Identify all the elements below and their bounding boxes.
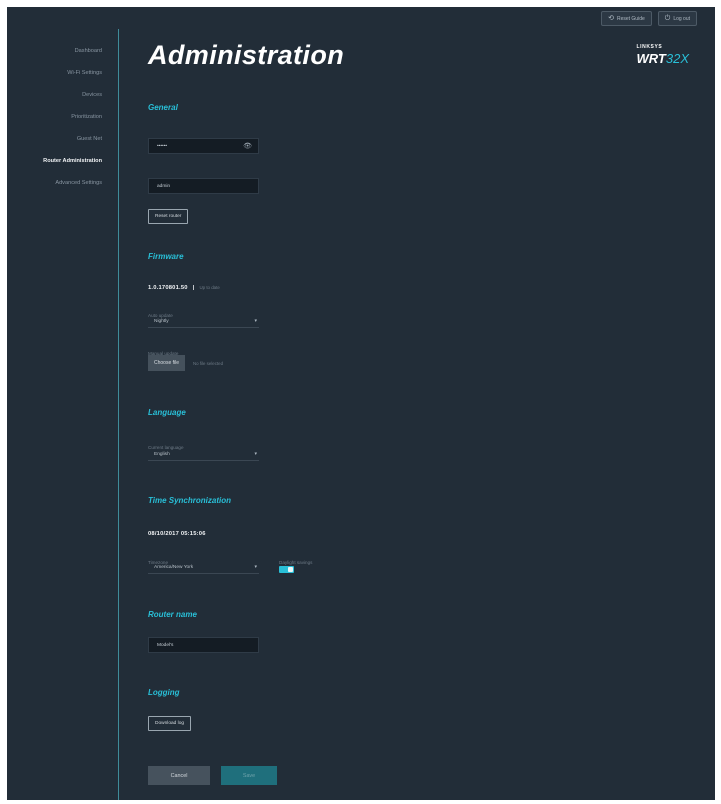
sidebar-item-prioritization[interactable]: Prioritization bbox=[7, 106, 119, 128]
language-select[interactable]: English ▾ bbox=[148, 448, 259, 461]
router-name-wrapper: Model's bbox=[148, 637, 259, 653]
section-logging: Logging bbox=[148, 688, 180, 697]
password-hint-wrapper: admin bbox=[148, 178, 259, 194]
firmware-status: Up to date bbox=[199, 285, 220, 290]
show-password-eye-icon[interactable]: 👁 bbox=[243, 142, 252, 150]
app-window: ⟲ Reset Guide ⏻ Log out Dashboard Wi-Fi … bbox=[7, 7, 715, 800]
current-datetime: 08/10/2017 05:15:06 bbox=[148, 531, 206, 537]
choose-file-button[interactable]: Choose file bbox=[148, 355, 186, 371]
general-title: General bbox=[148, 103, 178, 112]
dst-label-text: Daylight savings bbox=[279, 560, 313, 565]
save-button[interactable]: Save bbox=[221, 766, 277, 785]
reset-router-wrapper: Reset router bbox=[148, 204, 189, 224]
current-datetime-wrapper: 08/10/2017 05:15:06 bbox=[148, 522, 206, 540]
logo-model-main: WRT bbox=[636, 51, 666, 66]
section-language: Language bbox=[148, 408, 186, 417]
auto-update-value: Nightly bbox=[154, 318, 169, 324]
password-hint-value: admin bbox=[157, 183, 171, 189]
logo-model: WRT32X bbox=[636, 52, 689, 65]
logo-model-accent: 32X bbox=[665, 51, 689, 66]
section-general: General bbox=[148, 103, 178, 112]
chevron-down-icon: ▾ bbox=[254, 564, 257, 570]
dst-toggle-wrapper bbox=[279, 566, 294, 573]
chevron-down-icon: ▾ bbox=[254, 451, 257, 457]
sidebar-nav: Dashboard Wi-Fi Settings Devices Priorit… bbox=[7, 40, 119, 194]
router-name-value: Model's bbox=[157, 642, 174, 648]
page-title: Administration bbox=[148, 40, 345, 70]
firmware-version-row: 1.0.170801.50 | Up to date bbox=[148, 285, 220, 291]
language-select-wrapper: English ▾ bbox=[148, 448, 259, 461]
no-file-selected: No file selected bbox=[193, 360, 224, 366]
router-name-title: Router name bbox=[148, 610, 197, 619]
logging-title: Logging bbox=[148, 688, 180, 697]
download-log-button[interactable]: Download log bbox=[148, 716, 192, 731]
router-password-value: •••••• bbox=[157, 143, 168, 149]
timezone-wrapper: America/New York ▾ bbox=[148, 561, 259, 574]
sidebar-item-dashboard[interactable]: Dashboard bbox=[7, 40, 119, 62]
cancel-button[interactable]: Cancel bbox=[148, 766, 210, 785]
section-router-name: Router name bbox=[148, 610, 197, 619]
time-sync-title: Time Synchronization bbox=[148, 496, 231, 505]
manual-update-row: Choose file No file selected bbox=[148, 355, 223, 371]
sidebar-item-advanced-settings[interactable]: Advanced Settings bbox=[7, 172, 119, 194]
timezone-value: America/New York bbox=[154, 564, 194, 570]
auto-update-wrapper: Nightly ▾ bbox=[148, 315, 259, 328]
password-hint-field[interactable]: admin bbox=[148, 178, 259, 194]
section-firmware: Firmware bbox=[148, 252, 184, 261]
router-name-field[interactable]: Model's bbox=[148, 637, 259, 653]
sidebar-item-router-administration[interactable]: Router Administration bbox=[7, 150, 119, 172]
reset-router-button[interactable]: Reset router bbox=[148, 209, 189, 224]
sidebar: Dashboard Wi-Fi Settings Devices Priorit… bbox=[7, 7, 119, 800]
auto-update-select[interactable]: Nightly ▾ bbox=[148, 315, 259, 328]
logo-brand: LINKSYS bbox=[636, 44, 663, 50]
download-log-wrapper: Download log bbox=[148, 711, 192, 731]
language-title: Language bbox=[148, 408, 186, 417]
router-password-field[interactable]: •••••• 👁 bbox=[148, 138, 259, 154]
firmware-separator: | bbox=[192, 285, 195, 291]
sidebar-item-devices[interactable]: Devices bbox=[7, 84, 119, 106]
firmware-title: Firmware bbox=[148, 252, 184, 261]
sidebar-item-guest-net[interactable]: Guest Net bbox=[7, 128, 119, 150]
firmware-version: 1.0.170801.50 bbox=[148, 285, 188, 291]
router-password-wrapper: •••••• 👁 bbox=[148, 138, 259, 154]
daylight-savings-toggle[interactable] bbox=[279, 566, 294, 573]
sidebar-item-wifi-settings[interactable]: Wi-Fi Settings bbox=[7, 62, 119, 84]
language-value: English bbox=[154, 451, 170, 457]
main-content: Administration LINKSYS WRT32X General Ro… bbox=[148, 7, 715, 800]
timezone-select[interactable]: America/New York ▾ bbox=[148, 561, 259, 574]
linksys-logo: LINKSYS WRT32X bbox=[636, 44, 689, 66]
chevron-down-icon: ▾ bbox=[254, 318, 257, 324]
section-time-sync: Time Synchronization bbox=[148, 496, 231, 505]
